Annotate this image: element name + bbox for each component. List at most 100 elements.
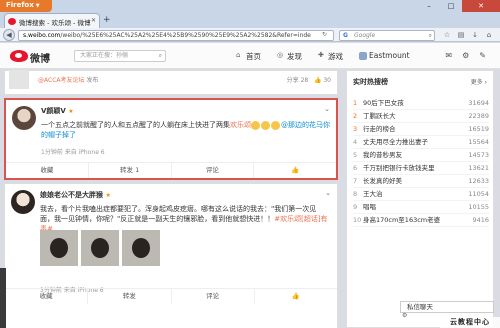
list-item[interactable]: 3 行走的榜合 16519 xyxy=(353,123,489,136)
url-path: /weibo/%25E6%25AC%25A2%25E4%25B9%2590%25… xyxy=(60,32,311,39)
chevron-down-icon[interactable]: ⌄ xyxy=(324,105,330,113)
search-placeholder: Google xyxy=(354,32,376,39)
downloads-icon[interactable]: ↓ xyxy=(470,30,480,40)
repost-button[interactable]: 转发 xyxy=(88,289,172,304)
avatar xyxy=(359,52,367,60)
rank: 3 xyxy=(353,125,358,133)
hot-count: 12633 xyxy=(468,177,489,185)
search-icon[interactable]: ⌕ xyxy=(429,31,432,41)
list-item[interactable]: 8 王大治 11054 xyxy=(353,188,489,201)
more-link[interactable]: 更多 › xyxy=(471,77,487,86)
private-chat-button[interactable]: 私信聊天 xyxy=(400,301,494,313)
nav-discover[interactable]: ◎ 发现 xyxy=(277,51,302,62)
repost-button[interactable]: 转发 1 xyxy=(89,163,172,178)
comment-button[interactable]: 评论 xyxy=(172,163,255,178)
post-source: @ACCA考友论坛 发布 xyxy=(38,75,98,84)
close-window-icon[interactable]: ✕ xyxy=(462,0,500,12)
nav-user[interactable]: Eastmount xyxy=(359,51,410,62)
like-button[interactable]: 👍 xyxy=(255,289,337,304)
list-item[interactable]: 6 千万别把银行卡放钱夹里 13621 xyxy=(353,162,489,175)
hot-label: 丁鹏跃长大 xyxy=(363,112,396,120)
nav-home-label: 首页 xyxy=(246,52,261,61)
weibo-logo-icon[interactable] xyxy=(10,50,28,62)
watermark: 云教程中心 xyxy=(440,317,500,328)
like-icon[interactable]: 👍 xyxy=(314,77,321,84)
post-username[interactable]: 娘娘老公不是大胖猴 ★ xyxy=(40,190,111,200)
home-icon: ⌂ xyxy=(236,51,241,59)
username-text: 娘娘老公不是大胖猴 xyxy=(40,191,103,199)
firefox-menu-button[interactable]: Firefox ▼ xyxy=(0,0,52,12)
settings-gear-icon[interactable]: ⚙ xyxy=(462,51,469,60)
share-count[interactable]: 分享 28 xyxy=(287,77,309,84)
avatar[interactable] xyxy=(9,70,29,89)
like-button[interactable]: 👍 xyxy=(254,163,336,178)
avatar[interactable] xyxy=(11,190,35,214)
address-bar[interactable]: s.weibo.com/weibo/%25E6%25AC%25A2%25E4%2… xyxy=(18,30,334,41)
compose-icon[interactable]: ✎ xyxy=(479,51,486,60)
rank: 6 xyxy=(353,164,358,172)
new-tab-icon[interactable]: + xyxy=(103,15,111,25)
list-item[interactable]: 2 丁鹏跃长大 22389 xyxy=(353,110,489,123)
post-username[interactable]: V颜颖V ★ xyxy=(41,106,74,116)
weibo-logo-text[interactable]: 微博 xyxy=(30,50,50,65)
weibo-header-actions: ✉ ⚙ ✎ xyxy=(445,51,486,60)
hot-count: 14573 xyxy=(468,151,489,159)
compass-icon: ◎ xyxy=(277,51,284,59)
browser-titlebar: Firefox ▼ 微博搜索 - 欢乐颂 - 微博 ✕ + – □ ✕ xyxy=(0,0,500,28)
list-item[interactable]: 5 我的昔秒男友 14573 xyxy=(353,149,489,162)
topic-link[interactable]: 欢乐颂 xyxy=(230,121,251,129)
post-action-bar: 收藏 转发 1 评论 👍 xyxy=(6,162,336,178)
home-icon[interactable]: ⌂ xyxy=(484,30,494,40)
close-tab-icon[interactable]: ✕ xyxy=(91,17,96,24)
message-icon[interactable]: ✉ xyxy=(445,51,452,60)
chevron-down-icon[interactable]: ⌄ xyxy=(325,189,331,197)
post-image[interactable] xyxy=(122,230,160,266)
comment-button[interactable]: 评论 xyxy=(172,289,255,304)
reload-icon[interactable]: ↻ xyxy=(322,31,327,38)
list-item[interactable]: 9 唱唱 10155 xyxy=(353,201,489,214)
list-item[interactable]: 10 身高170cm至163cm老婆 9416 xyxy=(353,214,489,227)
nav-games[interactable]: ✚ 游戏 xyxy=(318,51,343,62)
hot-search-panel: 实时热搜榜 更多 › 1 90后下巴女孩 31694 2 丁鹏跃长大 22389 3 行走… xyxy=(346,70,494,328)
post-images xyxy=(40,230,160,266)
source-link[interactable]: @ACCA考友论坛 xyxy=(38,77,84,84)
post-image[interactable] xyxy=(40,230,78,266)
weibo-nav: ⌂ 首页 ◎ 发现 ✚ 游戏 Eastmount xyxy=(236,51,410,62)
browser-search-input[interactable]: G Google ⌕ xyxy=(339,30,435,41)
settings-gear-icon[interactable]: ⚙ xyxy=(402,312,407,319)
url-domain: s.weibo.com xyxy=(23,32,61,39)
nav-discover-label: 发现 xyxy=(287,52,302,61)
bookmarks-menu-icon[interactable]: ▤ xyxy=(456,30,466,40)
list-item[interactable]: 1 90后下巴女孩 31694 xyxy=(353,97,489,110)
vip-star-icon: ★ xyxy=(68,108,74,115)
feed-card: V颜颖V ★ ⌄ 一个五点之前就醒了的人和五点醒了的人躺在床上快进了两集欢乐颂 @… xyxy=(4,98,338,180)
back-icon[interactable]: ◀ xyxy=(3,29,15,41)
bookmark-star-icon[interactable]: ☆ xyxy=(442,30,452,40)
fav-button[interactable]: 收藏 xyxy=(5,289,89,304)
side-dock xyxy=(0,268,6,328)
search-icon[interactable]: ⌕ xyxy=(159,51,162,61)
nav-home[interactable]: ⌂ 首页 xyxy=(236,51,261,62)
emoji-icon xyxy=(251,120,260,130)
google-icon: G xyxy=(343,32,348,39)
rank: 10 xyxy=(353,216,362,224)
weibo-search-input[interactable]: 大家正在搜：孙俪 ⌕ xyxy=(74,50,166,62)
post-action-bar: 收藏 转发 评论 👍 xyxy=(5,288,337,304)
browser-tab[interactable]: 微博搜索 - 欢乐颂 - 微博 ✕ xyxy=(4,13,100,28)
avatar[interactable] xyxy=(12,106,36,130)
maximize-icon[interactable]: □ xyxy=(440,0,462,12)
hot-count: 13621 xyxy=(468,164,489,172)
post-meta[interactable]: 1分钟前 来自 iPhone 6 xyxy=(41,147,105,156)
post-image[interactable] xyxy=(81,230,119,266)
list-item[interactable]: 4 丈夫用尽全力推出妻子 15564 xyxy=(353,136,489,149)
hot-count: 22389 xyxy=(468,112,489,120)
fav-button[interactable]: 收藏 xyxy=(6,163,89,178)
nav-user-label: Eastmount xyxy=(369,51,410,60)
minimize-icon[interactable]: – xyxy=(418,0,440,12)
source-suffix: 发布 xyxy=(86,77,99,84)
emoji-icon xyxy=(261,120,270,130)
like-icon: 👍 xyxy=(291,292,300,300)
list-item[interactable]: 7 长发真的好美 12633 xyxy=(353,175,489,188)
rank: 5 xyxy=(353,151,358,159)
username-text: V颜颖V xyxy=(41,107,66,115)
